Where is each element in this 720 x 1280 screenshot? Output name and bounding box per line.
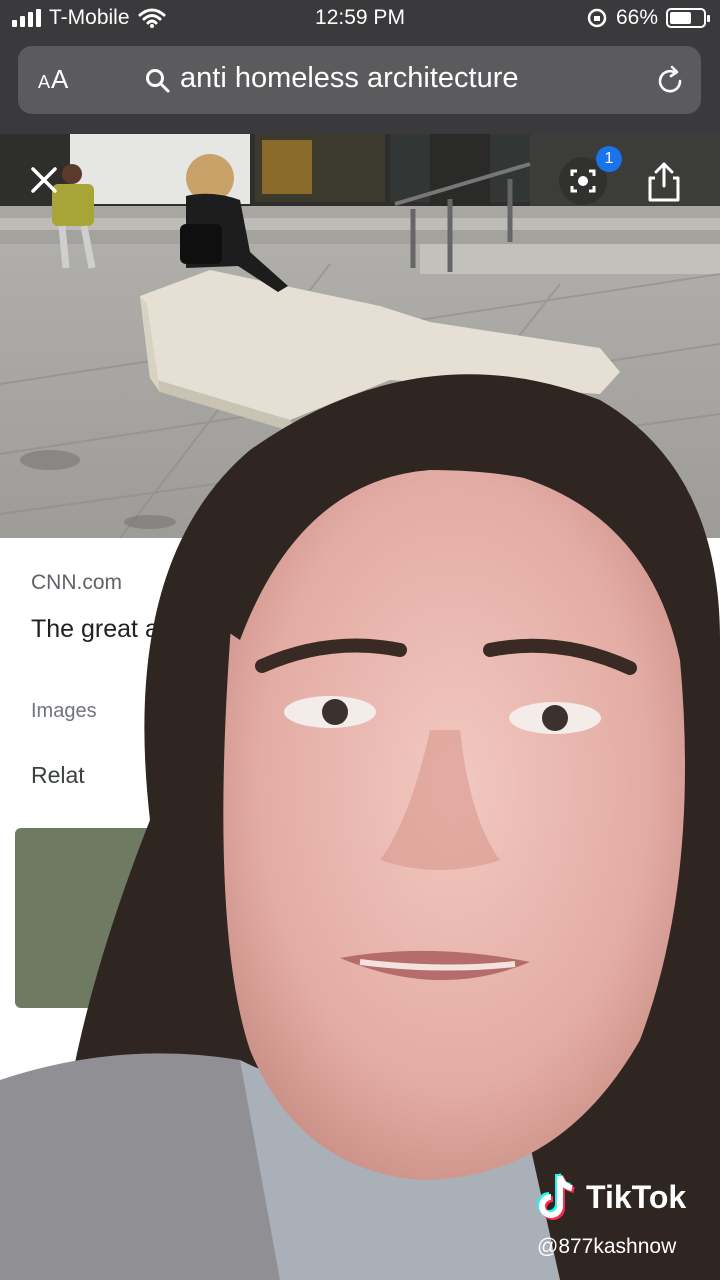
result-image <box>0 134 720 538</box>
search-query[interactable]: anti homeless architecture <box>180 62 519 95</box>
orientation-lock-icon <box>587 8 607 28</box>
browser-toolbar: AA anti homeless architecture <box>0 40 720 134</box>
close-icon[interactable] <box>28 164 60 196</box>
battery-icon <box>666 8 710 28</box>
status-bar: T-Mobile 12:59 PM 66% <box>0 0 720 40</box>
lens-badge: 1 <box>596 146 622 172</box>
share-icon[interactable] <box>644 160 684 204</box>
address-bar[interactable]: AA anti homeless architecture <box>18 46 701 114</box>
battery-percent: 66% <box>615 6 658 29</box>
related-thumbnail[interactable] <box>15 828 175 1008</box>
tiktok-handle: @877kashnow <box>537 1235 677 1258</box>
result-source[interactable]: CNN.com <box>31 571 122 595</box>
result-card: CNN.com The great architect Images Relat <box>0 538 720 1280</box>
reload-icon[interactable] <box>653 64 687 98</box>
text-size-button[interactable]: AA <box>38 64 69 95</box>
search-icon <box>146 69 170 93</box>
tiktok-name: TikTok <box>586 1178 687 1215</box>
result-title[interactable]: The great architect <box>31 610 671 648</box>
street-scene <box>0 134 720 538</box>
related-heading: Relat <box>31 762 85 788</box>
tiktok-watermark: TikTok <box>536 1172 686 1222</box>
battery-group: 66% <box>586 6 710 30</box>
tiktok-logo-icon <box>537 1173 575 1220</box>
images-label: Images <box>31 700 97 722</box>
